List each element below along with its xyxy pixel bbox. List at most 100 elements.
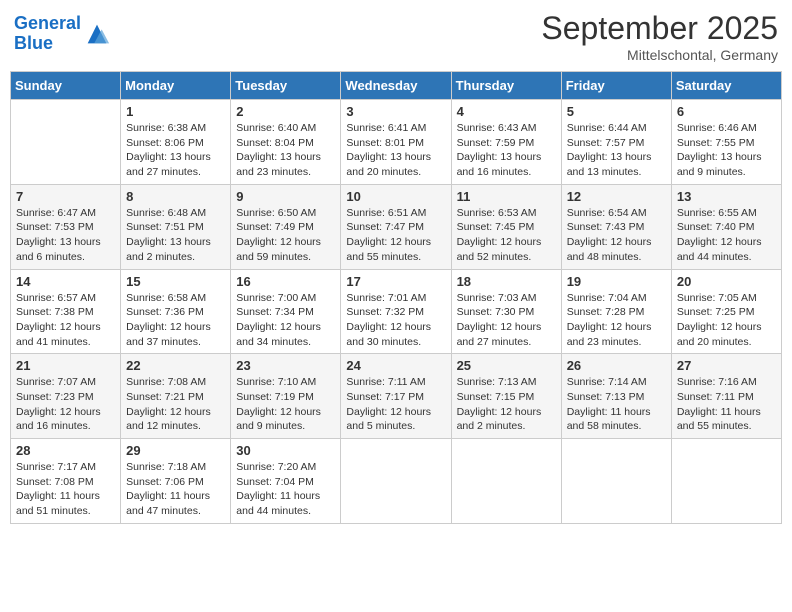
calendar-cell: 26Sunrise: 7:14 AM Sunset: 7:13 PM Dayli… <box>561 354 671 439</box>
calendar-cell: 9Sunrise: 6:50 AM Sunset: 7:49 PM Daylig… <box>231 184 341 269</box>
day-info: Sunrise: 7:07 AM Sunset: 7:23 PM Dayligh… <box>16 375 115 434</box>
location-subtitle: Mittelschontal, Germany <box>541 47 778 63</box>
calendar-week-2: 7 Sunrise: 6:47 AM Sunset: 7:53 PM Daylig… <box>11 184 782 269</box>
day-number: 8 <box>126 189 225 204</box>
calendar-cell: 12 Sunrise: 6:54 AM Sunset: 7:43 PM Dayli… <box>561 184 671 269</box>
day-number: 25 <box>457 358 556 373</box>
day-number: 24 <box>346 358 445 373</box>
day-number: 6 <box>677 104 776 119</box>
calendar-cell: 20 Sunrise: 7:05 AM Sunset: 7:25 PM Dayli… <box>671 269 781 354</box>
calendar-cell: 7 Sunrise: 6:47 AM Sunset: 7:53 PM Daylig… <box>11 184 121 269</box>
calendar-cell <box>671 439 781 524</box>
day-number: 18 <box>457 274 556 289</box>
calendar-week-4: 21 Sunrise: 7:07 AM Sunset: 7:23 PM Dayli… <box>11 354 782 439</box>
logo: GeneralBlue <box>14 14 111 54</box>
day-number: 9 <box>236 189 335 204</box>
day-number: 16 <box>236 274 335 289</box>
day-info: Sunrise: 6:43 AM Sunset: 7:59 PM Dayligh… <box>457 121 556 180</box>
header-row: SundayMondayTuesdayWednesdayThursdayFrid… <box>11 72 782 100</box>
day-number: 19 <box>567 274 666 289</box>
day-info: Sunrise: 6:41 AM Sunset: 8:01 PM Dayligh… <box>346 121 445 180</box>
calendar-cell: 5Sunrise: 6:44 AM Sunset: 7:57 PM Daylig… <box>561 100 671 185</box>
day-number: 1 <box>126 104 225 119</box>
day-info: Sunrise: 6:46 AM Sunset: 7:55 PM Dayligh… <box>677 121 776 180</box>
day-number: 7 <box>16 189 115 204</box>
logo-text: GeneralBlue <box>14 14 81 54</box>
calendar-cell <box>341 439 451 524</box>
day-number: 15 <box>126 274 225 289</box>
calendar-cell <box>561 439 671 524</box>
day-number: 30 <box>236 443 335 458</box>
day-number: 12 <box>567 189 666 204</box>
day-number: 5 <box>567 104 666 119</box>
header-tuesday: Tuesday <box>231 72 341 100</box>
header-sunday: Sunday <box>11 72 121 100</box>
calendar-cell: 28 Sunrise: 7:17 AM Sunset: 7:08 PM Dayli… <box>11 439 121 524</box>
day-number: 28 <box>16 443 115 458</box>
calendar-cell: 21 Sunrise: 7:07 AM Sunset: 7:23 PM Dayli… <box>11 354 121 439</box>
day-number: 14 <box>16 274 115 289</box>
calendar-cell: 11 Sunrise: 6:53 AM Sunset: 7:45 PM Dayli… <box>451 184 561 269</box>
day-info: Sunrise: 7:08 AM Sunset: 7:21 PM Dayligh… <box>126 375 225 434</box>
day-info: Sunrise: 6:48 AM Sunset: 7:51 PM Dayligh… <box>126 206 225 265</box>
day-number: 17 <box>346 274 445 289</box>
header-thursday: Thursday <box>451 72 561 100</box>
day-info: Sunrise: 6:55 AM Sunset: 7:40 PM Dayligh… <box>677 206 776 265</box>
day-info: Sunrise: 6:53 AM Sunset: 7:45 PM Dayligh… <box>457 206 556 265</box>
header-wednesday: Wednesday <box>341 72 451 100</box>
day-info: Sunrise: 7:16 AM Sunset: 7:11 PM Dayligh… <box>677 375 776 434</box>
day-info: Sunrise: 6:47 AM Sunset: 7:53 PM Dayligh… <box>16 206 115 265</box>
calendar-cell: 10Sunrise: 6:51 AM Sunset: 7:47 PM Dayli… <box>341 184 451 269</box>
day-info: Sunrise: 7:10 AM Sunset: 7:19 PM Dayligh… <box>236 375 335 434</box>
calendar-cell: 18Sunrise: 7:03 AM Sunset: 7:30 PM Dayli… <box>451 269 561 354</box>
calendar-week-5: 28 Sunrise: 7:17 AM Sunset: 7:08 PM Dayli… <box>11 439 782 524</box>
header-saturday: Saturday <box>671 72 781 100</box>
day-number: 20 <box>677 274 776 289</box>
day-number: 27 <box>677 358 776 373</box>
day-number: 11 <box>457 189 556 204</box>
month-title: September 2025 <box>541 10 778 47</box>
calendar-cell <box>11 100 121 185</box>
day-info: Sunrise: 7:20 AM Sunset: 7:04 PM Dayligh… <box>236 460 335 519</box>
day-number: 26 <box>567 358 666 373</box>
day-number: 10 <box>346 189 445 204</box>
calendar-cell: 4 Sunrise: 6:43 AM Sunset: 7:59 PM Daylig… <box>451 100 561 185</box>
calendar-cell <box>451 439 561 524</box>
day-number: 2 <box>236 104 335 119</box>
calendar-cell: 1 Sunrise: 6:38 AM Sunset: 8:06 PM Daylig… <box>121 100 231 185</box>
title-section: September 2025 Mittelschontal, Germany <box>541 10 778 63</box>
day-number: 22 <box>126 358 225 373</box>
page-header: GeneralBlue September 2025 Mittelschonta… <box>10 10 782 63</box>
day-number: 21 <box>16 358 115 373</box>
calendar-cell: 17Sunrise: 7:01 AM Sunset: 7:32 PM Dayli… <box>341 269 451 354</box>
header-friday: Friday <box>561 72 671 100</box>
calendar-cell: 15 Sunrise: 6:58 AM Sunset: 7:36 PM Dayli… <box>121 269 231 354</box>
day-info: Sunrise: 6:57 AM Sunset: 7:38 PM Dayligh… <box>16 291 115 350</box>
calendar-cell: 13Sunrise: 6:55 AM Sunset: 7:40 PM Dayli… <box>671 184 781 269</box>
day-info: Sunrise: 7:13 AM Sunset: 7:15 PM Dayligh… <box>457 375 556 434</box>
calendar-cell: 19 Sunrise: 7:04 AM Sunset: 7:28 PM Dayli… <box>561 269 671 354</box>
day-info: Sunrise: 7:05 AM Sunset: 7:25 PM Dayligh… <box>677 291 776 350</box>
header-monday: Monday <box>121 72 231 100</box>
day-info: Sunrise: 6:54 AM Sunset: 7:43 PM Dayligh… <box>567 206 666 265</box>
day-number: 23 <box>236 358 335 373</box>
day-info: Sunrise: 6:58 AM Sunset: 7:36 PM Dayligh… <box>126 291 225 350</box>
day-info: Sunrise: 6:38 AM Sunset: 8:06 PM Dayligh… <box>126 121 225 180</box>
calendar-cell: 16 Sunrise: 7:00 AM Sunset: 7:34 PM Dayli… <box>231 269 341 354</box>
calendar-cell: 8 Sunrise: 6:48 AM Sunset: 7:51 PM Daylig… <box>121 184 231 269</box>
day-info: Sunrise: 7:00 AM Sunset: 7:34 PM Dayligh… <box>236 291 335 350</box>
calendar-cell: 25 Sunrise: 7:13 AM Sunset: 7:15 PM Dayli… <box>451 354 561 439</box>
calendar-week-1: 1 Sunrise: 6:38 AM Sunset: 8:06 PM Daylig… <box>11 100 782 185</box>
calendar-cell: 2 Sunrise: 6:40 AM Sunset: 8:04 PM Daylig… <box>231 100 341 185</box>
calendar-cell: 6 Sunrise: 6:46 AM Sunset: 7:55 PM Daylig… <box>671 100 781 185</box>
calendar-week-3: 14 Sunrise: 6:57 AM Sunset: 7:38 PM Dayli… <box>11 269 782 354</box>
day-info: Sunrise: 7:04 AM Sunset: 7:28 PM Dayligh… <box>567 291 666 350</box>
day-number: 3 <box>346 104 445 119</box>
calendar-cell: 30 Sunrise: 7:20 AM Sunset: 7:04 PM Dayli… <box>231 439 341 524</box>
calendar-cell: 14 Sunrise: 6:57 AM Sunset: 7:38 PM Dayli… <box>11 269 121 354</box>
day-info: Sunrise: 7:17 AM Sunset: 7:08 PM Dayligh… <box>16 460 115 519</box>
calendar-cell: 23 Sunrise: 7:10 AM Sunset: 7:19 PM Dayli… <box>231 354 341 439</box>
day-info: Sunrise: 6:40 AM Sunset: 8:04 PM Dayligh… <box>236 121 335 180</box>
day-number: 4 <box>457 104 556 119</box>
calendar-cell: 29Sunrise: 7:18 AM Sunset: 7:06 PM Dayli… <box>121 439 231 524</box>
